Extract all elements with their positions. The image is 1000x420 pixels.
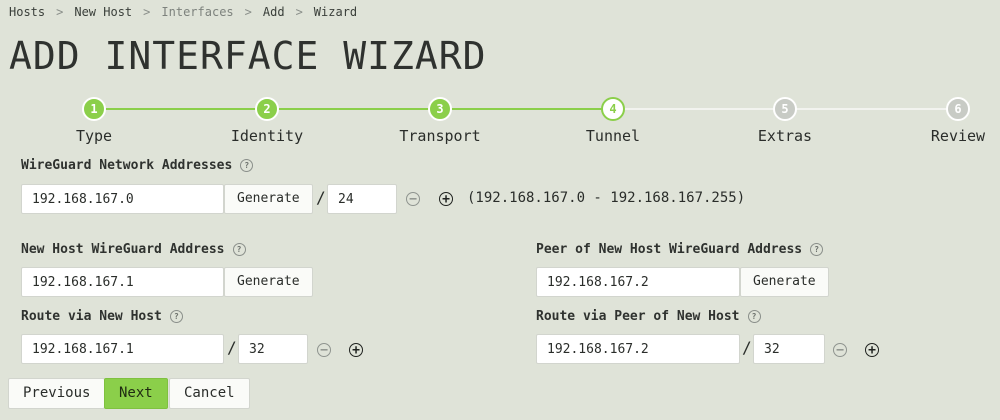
step-type[interactable]: 1 Type bbox=[34, 95, 154, 145]
step-label-extras: Extras bbox=[757, 127, 813, 145]
step-extras[interactable]: 5 Extras bbox=[725, 95, 845, 145]
step-identity[interactable]: 2 Identity bbox=[207, 95, 327, 145]
host-generate-button[interactable]: Generate bbox=[224, 267, 313, 297]
breadcrumb-separator: > bbox=[244, 5, 252, 19]
help-icon[interactable]: ? bbox=[169, 310, 183, 323]
breadcrumb-separator: > bbox=[295, 5, 303, 19]
step-number-3: 3 bbox=[428, 97, 452, 121]
host-address-label: New Host WireGuard Address ? bbox=[21, 242, 246, 257]
step-number-1: 1 bbox=[82, 97, 106, 121]
network-range-text: (192.168.167.0 - 192.168.167.255) bbox=[467, 190, 746, 206]
wizard-stepper: 1 Type 2 Identity 3 Transport 4 Tunnel 5… bbox=[0, 95, 1000, 145]
network-addresses-label: WireGuard Network Addresses ? bbox=[21, 158, 254, 173]
breadcrumb: Hosts > New Host > Interfaces > Add > Wi… bbox=[9, 5, 357, 19]
minus-circle-icon[interactable]: − bbox=[317, 343, 331, 357]
network-address-input[interactable] bbox=[21, 184, 224, 214]
peer-address-label: Peer of New Host WireGuard Address ? bbox=[536, 242, 824, 257]
breadcrumb-separator: > bbox=[56, 5, 64, 19]
route-host-prefix-input[interactable] bbox=[238, 334, 308, 364]
step-label-review: Review bbox=[930, 127, 986, 145]
step-tunnel[interactable]: 4 Tunnel bbox=[553, 95, 673, 145]
plus-circle-icon[interactable]: + bbox=[349, 343, 363, 357]
breadcrumb-add[interactable]: Add bbox=[263, 5, 285, 19]
step-number-2: 2 bbox=[255, 97, 279, 121]
route-host-address-input[interactable] bbox=[21, 334, 224, 364]
route-peer-prefix-input[interactable] bbox=[753, 334, 825, 364]
breadcrumb-new-host[interactable]: New Host bbox=[74, 5, 132, 19]
breadcrumb-hosts[interactable]: Hosts bbox=[9, 5, 45, 19]
host-address-label-text: New Host WireGuard Address bbox=[21, 242, 225, 257]
peer-address-input[interactable] bbox=[536, 267, 740, 297]
route-peer-label-text: Route via Peer of New Host bbox=[536, 309, 740, 324]
prefix-separator: / bbox=[227, 338, 237, 357]
prefix-separator: / bbox=[742, 338, 752, 357]
help-icon[interactable]: ? bbox=[747, 310, 761, 323]
plus-circle-icon[interactable]: + bbox=[439, 192, 453, 206]
next-button[interactable]: Next bbox=[104, 378, 168, 409]
network-generate-button[interactable]: Generate bbox=[224, 184, 313, 214]
network-addresses-label-text: WireGuard Network Addresses bbox=[21, 158, 233, 173]
plus-circle-icon[interactable]: + bbox=[865, 343, 879, 357]
peer-address-label-text: Peer of New Host WireGuard Address bbox=[536, 242, 803, 257]
step-label-type: Type bbox=[75, 127, 113, 145]
breadcrumb-wizard: Wizard bbox=[313, 5, 358, 19]
help-icon[interactable]: ? bbox=[810, 243, 824, 256]
cancel-button[interactable]: Cancel bbox=[169, 378, 250, 409]
breadcrumb-separator: > bbox=[143, 5, 151, 19]
step-label-tunnel: Tunnel bbox=[585, 127, 641, 145]
route-peer-address-input[interactable] bbox=[536, 334, 740, 364]
prefix-separator: / bbox=[316, 188, 326, 207]
route-host-label-text: Route via New Host bbox=[21, 309, 162, 324]
host-address-input[interactable] bbox=[21, 267, 224, 297]
previous-button[interactable]: Previous bbox=[8, 378, 106, 409]
step-number-5: 5 bbox=[773, 97, 797, 121]
help-icon[interactable]: ? bbox=[240, 159, 254, 172]
minus-circle-icon[interactable]: − bbox=[406, 192, 420, 206]
minus-circle-icon[interactable]: − bbox=[833, 343, 847, 357]
route-peer-label: Route via Peer of New Host ? bbox=[536, 309, 761, 324]
page-title: ADD INTERFACE WIZARD bbox=[9, 34, 487, 78]
step-label-identity: Identity bbox=[230, 127, 304, 145]
network-prefix-input[interactable] bbox=[327, 184, 397, 214]
step-number-4: 4 bbox=[601, 97, 625, 121]
step-label-transport: Transport bbox=[399, 127, 481, 145]
step-review[interactable]: 6 Review bbox=[898, 95, 1000, 145]
step-transport[interactable]: 3 Transport bbox=[380, 95, 500, 145]
stepper-progress-line bbox=[94, 108, 613, 110]
route-host-label: Route via New Host ? bbox=[21, 309, 183, 324]
step-number-6: 6 bbox=[946, 97, 970, 121]
breadcrumb-interfaces[interactable]: Interfaces bbox=[161, 5, 233, 19]
help-icon[interactable]: ? bbox=[232, 243, 246, 256]
peer-generate-button[interactable]: Generate bbox=[740, 267, 829, 297]
